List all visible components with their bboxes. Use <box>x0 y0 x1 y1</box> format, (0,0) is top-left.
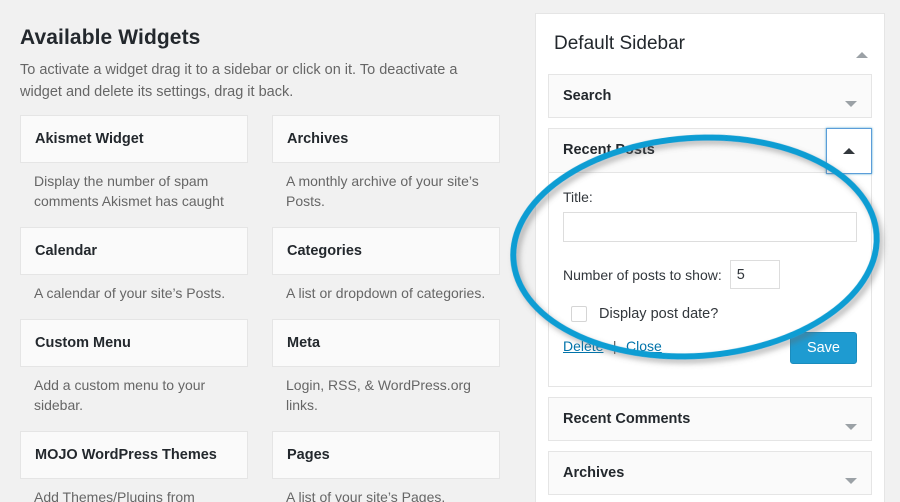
widget-card-title: Pages <box>287 447 330 463</box>
title-field-label: Title: <box>563 189 593 205</box>
page-title: Available Widgets <box>20 26 201 49</box>
triangle-up-icon[interactable] <box>856 45 868 63</box>
sidebar-widget-title: Recent Comments <box>563 411 691 427</box>
triangle-up-icon[interactable] <box>826 128 872 174</box>
posts-count-label: Number of posts to show: <box>563 266 722 283</box>
widget-card-description: Add a custom menu to your sidebar. <box>34 377 206 413</box>
sidebar-widget-search[interactable]: Search <box>548 74 872 118</box>
widget-card-title: Archives <box>287 131 349 147</box>
widget-card-description: A list or dropdown of categories. <box>286 285 486 301</box>
triangle-down-icon[interactable] <box>845 417 857 435</box>
widget-card[interactable]: Pages <box>272 431 500 479</box>
widget-card-title: Meta <box>287 335 321 351</box>
sidebar-panel-header[interactable]: Default Sidebar <box>536 14 884 74</box>
available-widgets-grid: Akismet Widget Display the number of spa… <box>20 115 500 502</box>
sidebar-widget-header[interactable]: Recent Posts <box>549 128 872 174</box>
sidebar-widget-recent-posts: Recent Posts Title: Number of posts to s… <box>548 128 872 387</box>
widget-card[interactable]: Categories <box>272 227 500 275</box>
sidebar-widget-title: Search <box>563 88 612 104</box>
default-sidebar-panel: Default Sidebar Search Recent Posts Titl… <box>535 13 885 502</box>
save-button[interactable]: Save <box>789 332 857 364</box>
sidebar-widget-title: Archives <box>563 465 625 481</box>
widget-card[interactable]: Akismet Widget <box>20 115 248 163</box>
widgets-column-right: Archives A monthly archive of your site’… <box>272 115 500 502</box>
widgets-screen: Available Widgets To activate a widget d… <box>0 0 900 502</box>
display-post-date-row[interactable]: Display post date? <box>563 306 857 322</box>
posts-count-input[interactable] <box>729 260 780 289</box>
close-link[interactable]: Close <box>626 338 662 354</box>
widgets-column-left: Akismet Widget Display the number of spa… <box>20 115 248 502</box>
widget-card-title: Custom Menu <box>35 335 131 351</box>
widget-card-title: MOJO WordPress Themes <box>35 447 217 463</box>
sidebar-panel-title: Default Sidebar <box>554 33 685 54</box>
sidebar-widget-recent-comments[interactable]: Recent Comments <box>548 397 872 441</box>
link-separator: | <box>612 338 617 354</box>
sidebar-widget-list: Search Recent Posts Title: Number of pos… <box>536 74 884 495</box>
available-widgets-pane: Available Widgets To activate a widget d… <box>0 0 520 502</box>
triangle-down-icon[interactable] <box>845 94 857 112</box>
title-input[interactable] <box>563 212 857 242</box>
widget-form-footer: Delete | Close Save <box>563 332 857 372</box>
widget-card[interactable]: Calendar <box>20 227 248 275</box>
sidebar-widget-form: Title: Number of posts to show: Display … <box>549 173 871 386</box>
widget-card[interactable]: Archives <box>272 115 500 163</box>
posts-count-row: Number of posts to show: <box>563 260 857 289</box>
delete-link[interactable]: Delete <box>563 338 603 354</box>
triangle-down-icon[interactable] <box>845 471 857 489</box>
widget-card-description: A list of your site’s Pages. <box>286 489 446 502</box>
widget-card[interactable]: Custom Menu <box>20 319 248 367</box>
sidebar-widget-archives[interactable]: Archives <box>548 451 872 495</box>
widget-card-description: A calendar of your site’s Posts. <box>34 285 226 301</box>
page-description: To activate a widget drag it to a sideba… <box>20 62 458 100</box>
widget-card-description: Add Themes/Plugins from MOJO. <box>34 489 195 502</box>
widget-card[interactable]: Meta <box>272 319 500 367</box>
sidebar-widget-title: Recent Posts <box>563 142 655 158</box>
widget-card-description: Display the number of spam comments Akis… <box>34 173 224 209</box>
widget-card-title: Akismet Widget <box>35 131 144 147</box>
display-post-date-label: Display post date? <box>599 306 719 322</box>
widget-card-description: Login, RSS, & WordPress.org links. <box>286 377 471 413</box>
display-post-date-checkbox[interactable] <box>571 306 587 322</box>
widget-card-title: Calendar <box>35 243 98 259</box>
widget-card-description: A monthly archive of your site’s Posts. <box>286 173 479 209</box>
widget-card[interactable]: MOJO WordPress Themes <box>20 431 248 479</box>
widget-card-title: Categories <box>287 243 362 259</box>
